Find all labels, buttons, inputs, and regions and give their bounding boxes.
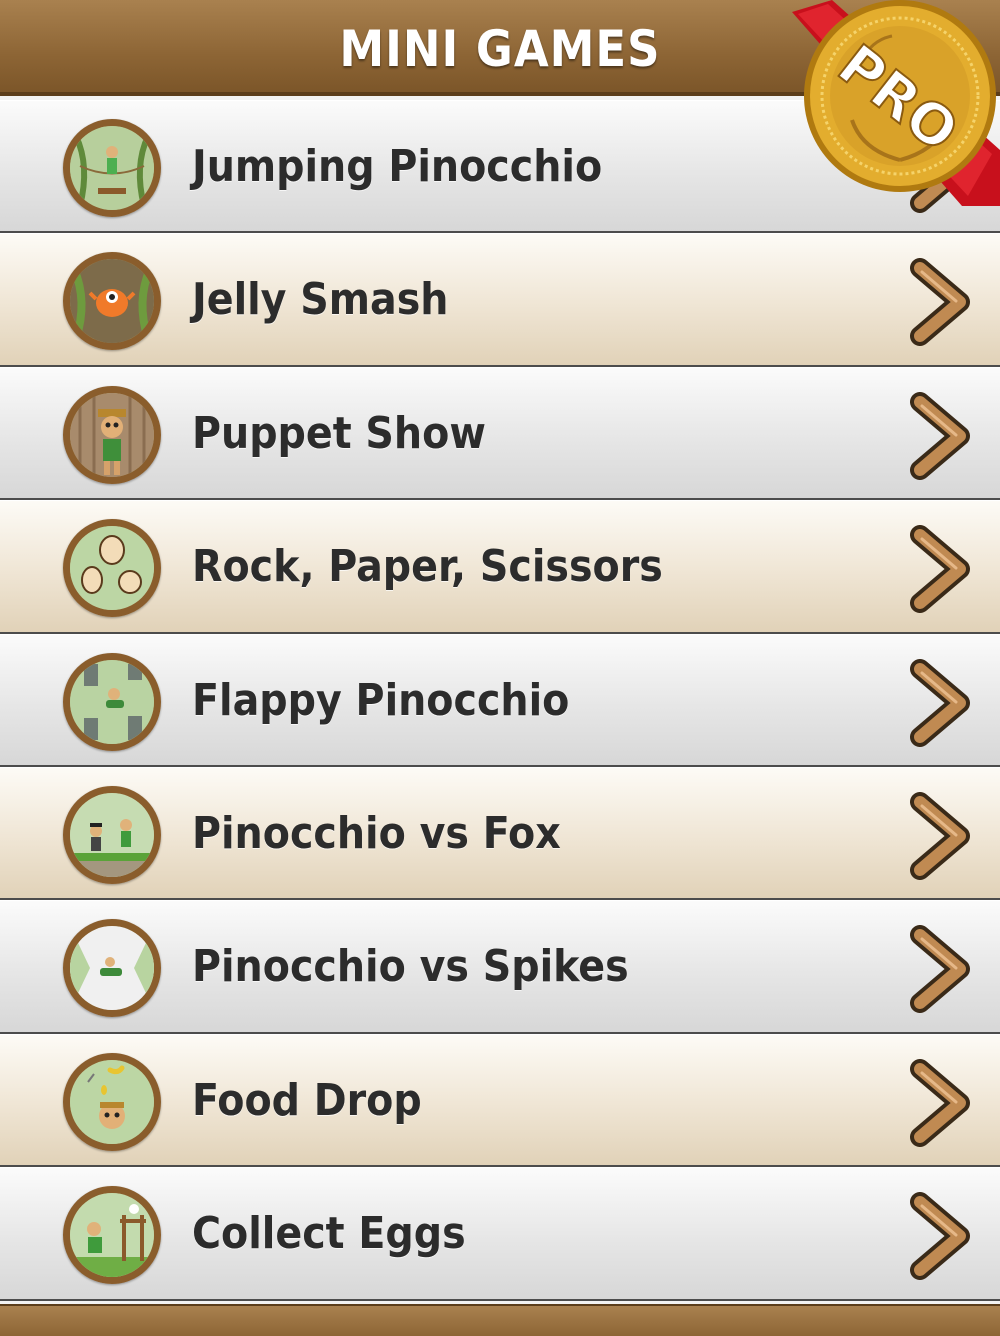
rock-paper-scissors-icon	[63, 519, 161, 618]
game-title: Collect Eggs	[192, 1208, 466, 1260]
food-drop-icon	[63, 1052, 161, 1151]
game-title: Pinocchio vs Fox	[192, 807, 561, 859]
game-title: Puppet Show	[192, 407, 486, 459]
pro-badge[interactable]: PRO	[792, 0, 1000, 206]
list-item-rock-paper-scissors[interactable]: Rock, Paper, Scissors	[0, 500, 1000, 634]
game-list: Jumping Pinocchio Jelly Smash Puppet Sho…	[0, 100, 1000, 1301]
footer-bar	[0, 1304, 1000, 1336]
chevron-right-icon[interactable]	[908, 1192, 972, 1281]
chevron-right-icon[interactable]	[908, 791, 972, 880]
jelly-smash-icon	[63, 252, 161, 351]
list-item-food-drop[interactable]: Food Drop	[0, 1033, 1000, 1168]
chevron-right-icon[interactable]	[908, 258, 972, 347]
game-title: Jumping Pinocchio	[192, 141, 603, 192]
chevron-right-icon[interactable]	[908, 925, 972, 1014]
list-item-collect-eggs[interactable]: Collect Eggs	[0, 1167, 1000, 1301]
pinocchio-vs-spikes-icon	[63, 919, 161, 1018]
collect-eggs-icon	[63, 1186, 161, 1285]
puppet-show-icon	[63, 385, 161, 484]
game-title: Food Drop	[192, 1074, 422, 1126]
game-title: Flappy Pinocchio	[192, 674, 570, 726]
jumping-pinocchio-icon	[63, 119, 161, 217]
pinocchio-vs-fox-icon	[63, 785, 161, 884]
chevron-right-icon[interactable]	[908, 1058, 972, 1147]
list-item-puppet-show[interactable]: Puppet Show	[0, 366, 1000, 501]
list-item-jelly-smash[interactable]: Jelly Smash	[0, 233, 1000, 367]
game-title: Rock, Paper, Scissors	[192, 541, 663, 593]
flappy-pinocchio-icon	[63, 652, 161, 751]
chevron-right-icon[interactable]	[908, 391, 972, 480]
chevron-right-icon[interactable]	[908, 658, 972, 747]
game-title: Jelly Smash	[192, 274, 449, 326]
list-item-flappy-pinocchio[interactable]: Flappy Pinocchio	[0, 633, 1000, 767]
game-title: Pinocchio vs Spikes	[192, 941, 629, 993]
list-item-pinocchio-vs-spikes[interactable]: Pinocchio vs Spikes	[0, 900, 1000, 1034]
list-item-pinocchio-vs-fox[interactable]: Pinocchio vs Fox	[0, 766, 1000, 901]
chevron-right-icon[interactable]	[908, 525, 972, 614]
